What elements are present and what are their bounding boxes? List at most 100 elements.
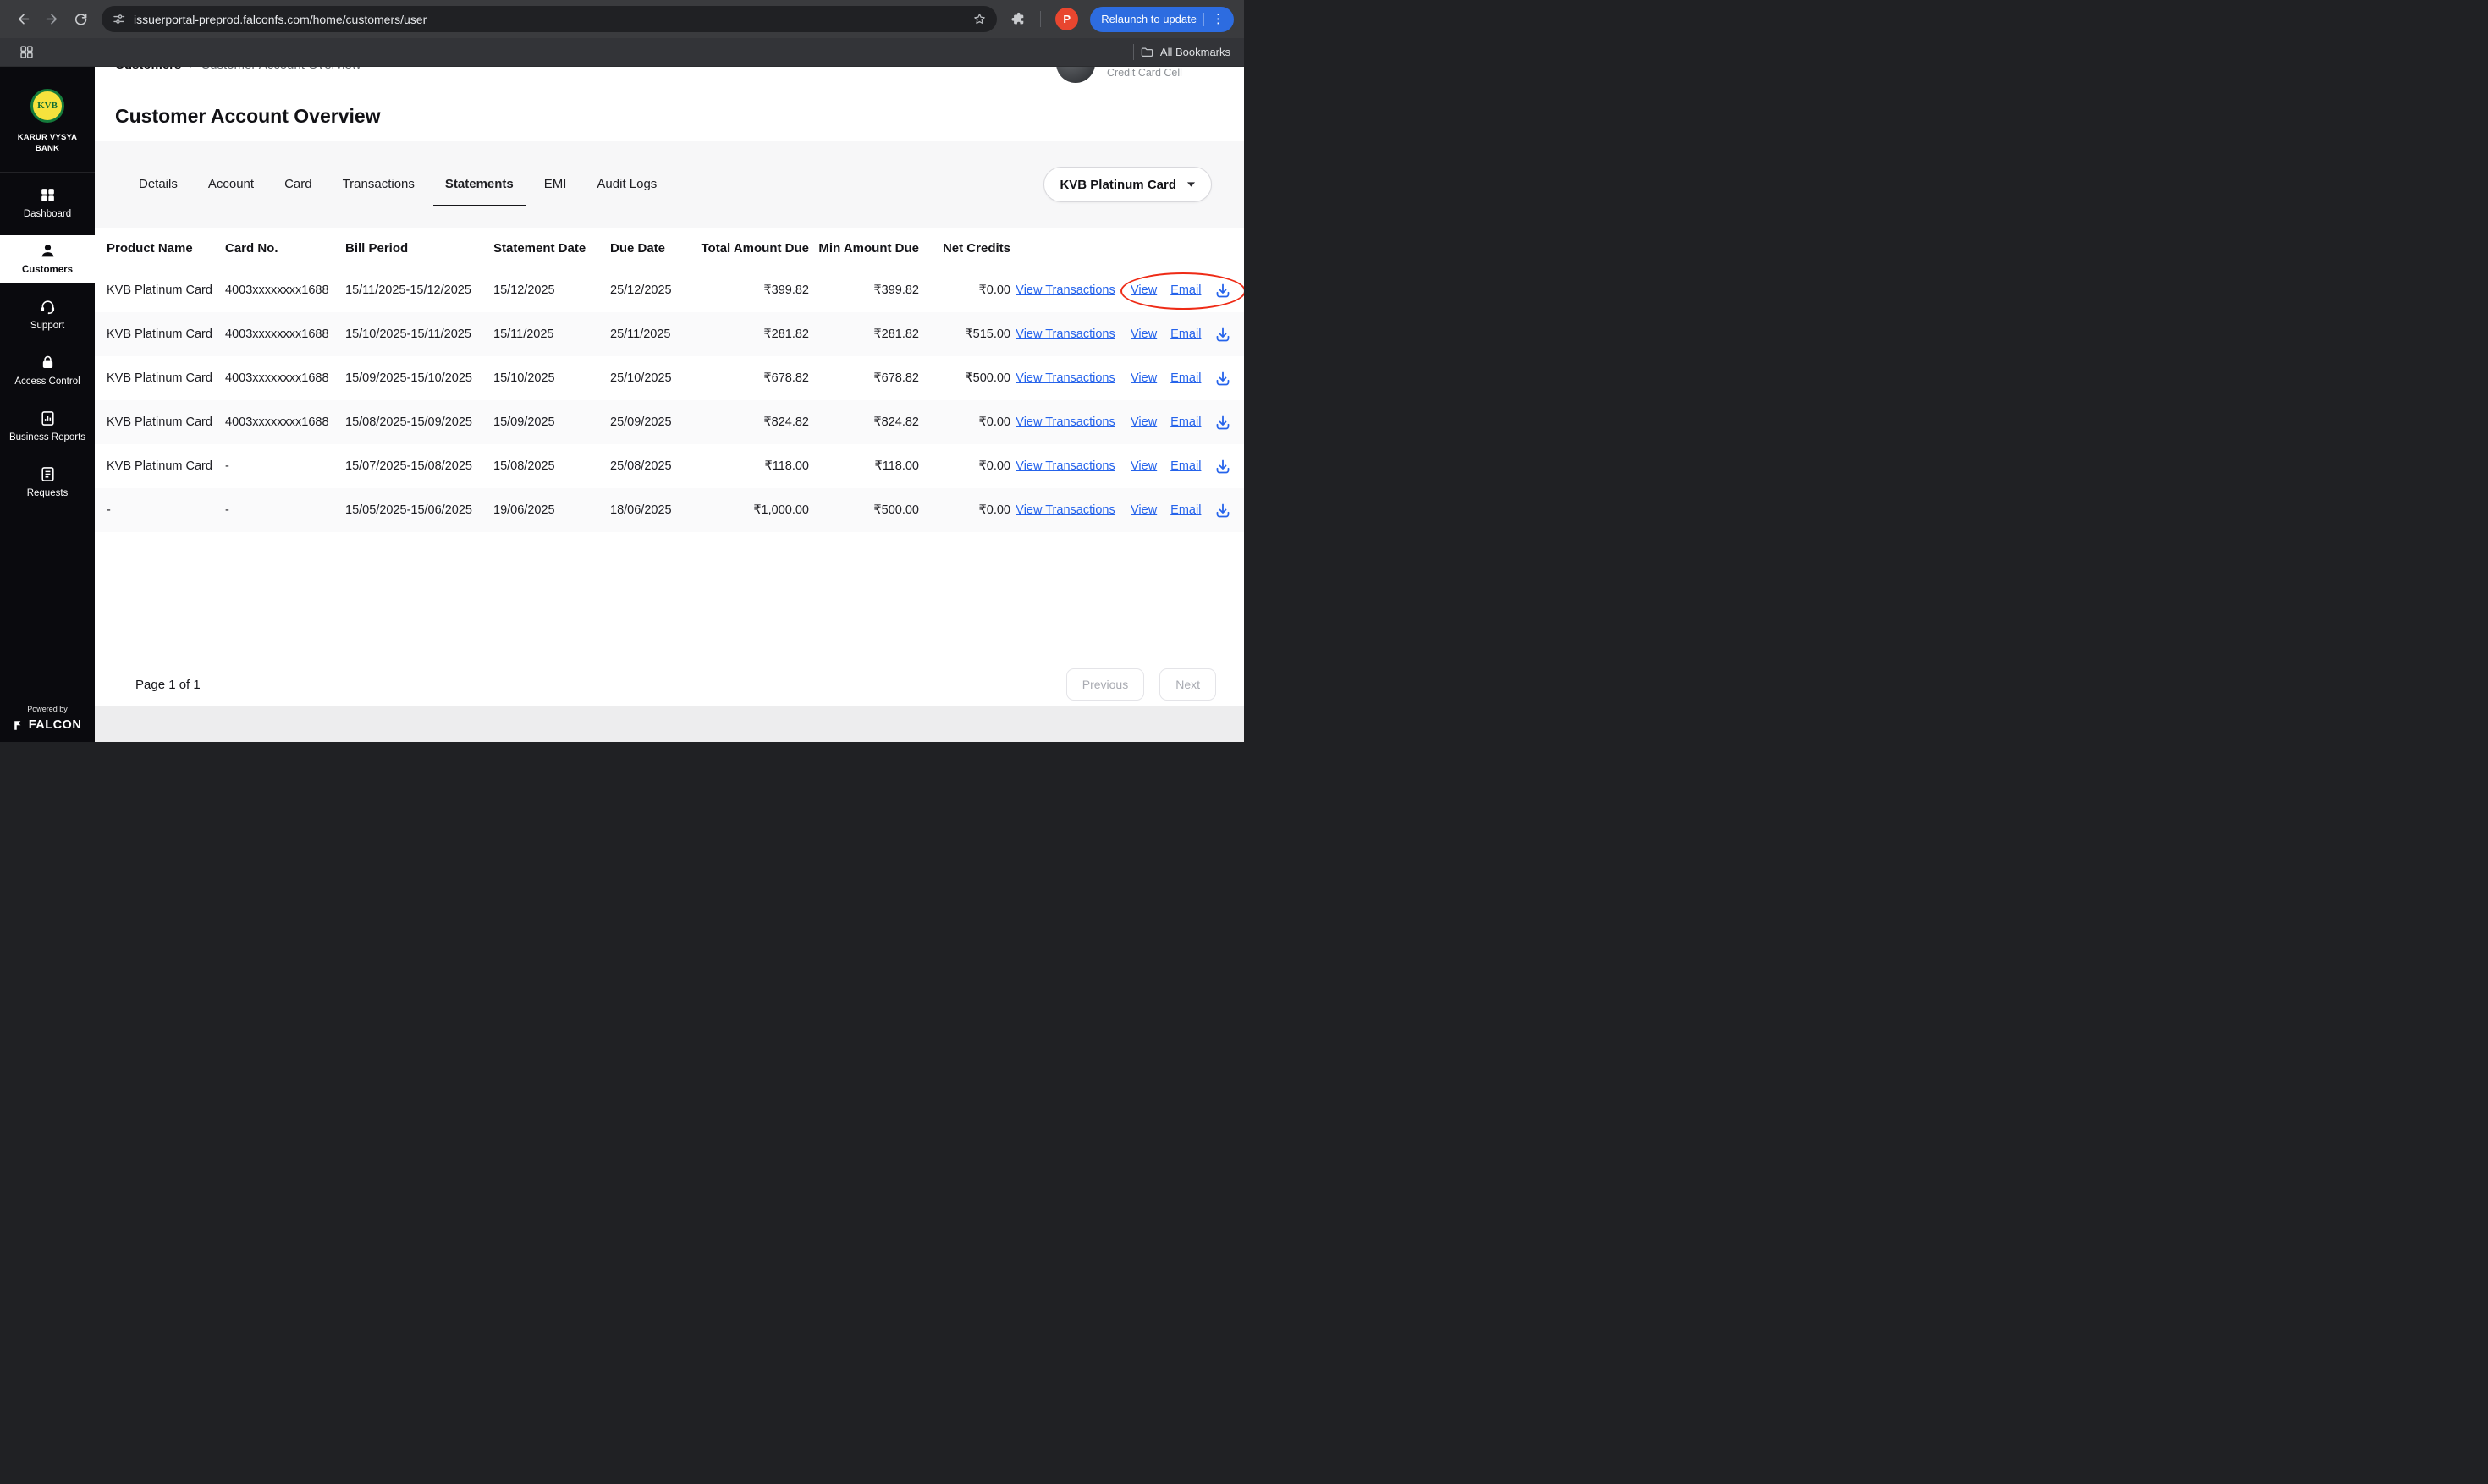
email-link[interactable]: Email bbox=[1170, 503, 1201, 517]
profile-avatar[interactable]: P bbox=[1055, 8, 1079, 30]
view-link[interactable]: View bbox=[1131, 283, 1157, 297]
cell-statement-date: 15/09/2025 bbox=[493, 415, 555, 429]
cell-net-credits: ₹0.00 bbox=[978, 415, 1010, 429]
sidebar-item-dashboard[interactable]: Dashboard bbox=[0, 179, 95, 227]
report-icon bbox=[39, 409, 57, 427]
tab-emi[interactable]: EMI bbox=[532, 163, 579, 206]
row-actions: View Email bbox=[1120, 400, 1239, 444]
site-info-icon[interactable] bbox=[112, 12, 126, 26]
download-icon[interactable] bbox=[1214, 502, 1231, 519]
sidebar-item-access-control[interactable]: Access Control bbox=[0, 347, 95, 394]
next-button[interactable]: Next bbox=[1159, 668, 1216, 701]
view-link[interactable]: View bbox=[1131, 459, 1157, 473]
tab-bar: Details Account Card Transactions Statements… bbox=[127, 163, 669, 206]
relaunch-label: Relaunch to update bbox=[1101, 13, 1197, 25]
tab-audit-logs[interactable]: Audit Logs bbox=[585, 163, 669, 206]
toolbar-divider bbox=[1040, 11, 1042, 27]
view-link[interactable]: View bbox=[1131, 371, 1157, 385]
bookmark-star-icon[interactable] bbox=[972, 12, 987, 26]
sidebar-item-requests[interactable]: Requests bbox=[0, 459, 95, 506]
cell-card-no: 4003xxxxxxxx1688 bbox=[225, 327, 329, 341]
email-link[interactable]: Email bbox=[1170, 459, 1201, 473]
tab-account[interactable]: Account bbox=[196, 163, 266, 206]
column-header-statement-date: Statement Date bbox=[493, 240, 586, 256]
table-row: KVB Platinum Card 4003xxxxxxxx1688 15/11/2… bbox=[95, 268, 1244, 312]
view-transactions-link[interactable]: View Transactions bbox=[1016, 415, 1115, 429]
breadcrumb: Customers › Customer Account Overview bbox=[115, 67, 361, 72]
view-transactions-link[interactable]: View Transactions bbox=[1016, 459, 1115, 473]
table-row: - - 15/05/2025-15/06/2025 19/06/2025 18/06/2… bbox=[95, 488, 1244, 532]
sidebar-item-customers[interactable]: Customers bbox=[0, 234, 95, 283]
cell-product-name: - bbox=[107, 503, 111, 517]
row-actions: View Email bbox=[1120, 268, 1244, 312]
view-transactions-link[interactable]: View Transactions bbox=[1016, 503, 1115, 517]
cell-total-amount-due: ₹1,000.00 bbox=[753, 503, 809, 517]
cell-card-no: - bbox=[225, 459, 229, 473]
cell-due-date: 25/11/2025 bbox=[610, 327, 671, 341]
cell-bill-period: 15/10/2025-15/11/2025 bbox=[345, 327, 471, 341]
apps-grid-icon[interactable] bbox=[14, 40, 39, 65]
all-bookmarks-label[interactable]: All Bookmarks bbox=[1160, 46, 1230, 58]
sidebar-item-support[interactable]: Support bbox=[0, 291, 95, 338]
cell-total-amount-due: ₹824.82 bbox=[763, 415, 809, 429]
previous-button[interactable]: Previous bbox=[1065, 668, 1145, 701]
bank-logo-text: KVB bbox=[37, 101, 58, 111]
row-actions: View Email bbox=[1120, 488, 1239, 532]
relaunch-divider bbox=[1203, 12, 1204, 26]
forward-icon[interactable] bbox=[39, 7, 64, 32]
web-page: KVB KARUR VYSYA BANK Dashboard Customers S… bbox=[0, 67, 1244, 742]
email-link[interactable]: Email bbox=[1170, 371, 1201, 385]
view-link[interactable]: View bbox=[1131, 503, 1157, 517]
view-transactions-link[interactable]: View Transactions bbox=[1016, 327, 1115, 341]
view-transactions-link[interactable]: View Transactions bbox=[1016, 283, 1115, 297]
download-icon[interactable] bbox=[1214, 326, 1231, 343]
request-icon bbox=[39, 465, 57, 483]
reload-icon[interactable] bbox=[68, 7, 93, 32]
extensions-icon[interactable] bbox=[1005, 7, 1031, 32]
view-transactions-link[interactable]: View Transactions bbox=[1016, 371, 1115, 385]
table-row: KVB Platinum Card - 15/07/2025-15/08/2025 1… bbox=[95, 444, 1244, 488]
download-icon[interactable] bbox=[1214, 458, 1231, 475]
cell-due-date: 25/10/2025 bbox=[610, 371, 672, 385]
cell-product-name: KVB Platinum Card bbox=[107, 283, 212, 297]
tab-details[interactable]: Details bbox=[127, 163, 190, 206]
cell-min-amount-due: ₹281.82 bbox=[873, 327, 919, 341]
row-actions: View Email bbox=[1120, 356, 1239, 400]
download-icon[interactable] bbox=[1214, 414, 1231, 431]
view-link[interactable]: View bbox=[1131, 415, 1157, 429]
breadcrumb-customers[interactable]: Customers bbox=[115, 67, 181, 72]
address-bar[interactable]: issuerportal-preprod.falconfs.com/home/c… bbox=[102, 6, 998, 32]
tab-card[interactable]: Card bbox=[272, 163, 324, 206]
tab-statements[interactable]: Statements bbox=[432, 163, 526, 206]
cell-statement-date: 15/10/2025 bbox=[493, 371, 555, 385]
bank-name: KARUR VYSYA BANK bbox=[17, 133, 78, 154]
email-link[interactable]: Email bbox=[1170, 283, 1201, 297]
cell-min-amount-due: ₹824.82 bbox=[873, 415, 919, 429]
back-icon[interactable] bbox=[10, 7, 36, 32]
tab-transactions[interactable]: Transactions bbox=[331, 163, 427, 206]
cell-min-amount-due: ₹500.00 bbox=[873, 503, 919, 517]
download-icon[interactable] bbox=[1214, 282, 1231, 299]
cell-product-name: KVB Platinum Card bbox=[107, 327, 212, 341]
user-avatar[interactable] bbox=[1056, 67, 1095, 83]
view-link[interactable]: View bbox=[1131, 327, 1157, 341]
email-link[interactable]: Email bbox=[1170, 415, 1201, 429]
cell-net-credits: ₹0.00 bbox=[978, 459, 1010, 473]
cell-min-amount-due: ₹678.82 bbox=[873, 371, 919, 385]
cell-statement-date: 15/08/2025 bbox=[493, 459, 555, 473]
kebab-menu-icon[interactable]: ⋮ bbox=[1211, 13, 1230, 25]
sidebar-item-business-reports[interactable]: Business Reports bbox=[0, 403, 95, 450]
card-selector-dropdown[interactable]: KVB Platinum Card bbox=[1043, 167, 1212, 202]
bookmarks-divider bbox=[1132, 44, 1134, 60]
cell-product-name: KVB Platinum Card bbox=[107, 459, 212, 473]
relaunch-button[interactable]: Relaunch to update ⋮ bbox=[1090, 6, 1234, 32]
download-icon[interactable] bbox=[1214, 370, 1231, 387]
cell-due-date: 25/09/2025 bbox=[610, 415, 672, 429]
column-header-card-no: Card No. bbox=[225, 240, 278, 256]
cell-bill-period: 15/11/2025-15/12/2025 bbox=[345, 283, 471, 297]
cell-card-no: 4003xxxxxxxx1688 bbox=[225, 283, 329, 297]
email-link[interactable]: Email bbox=[1170, 327, 1201, 341]
dashboard-icon bbox=[39, 186, 57, 204]
cell-due-date: 25/08/2025 bbox=[610, 459, 672, 473]
powered-by-label: Powered by bbox=[27, 705, 68, 713]
